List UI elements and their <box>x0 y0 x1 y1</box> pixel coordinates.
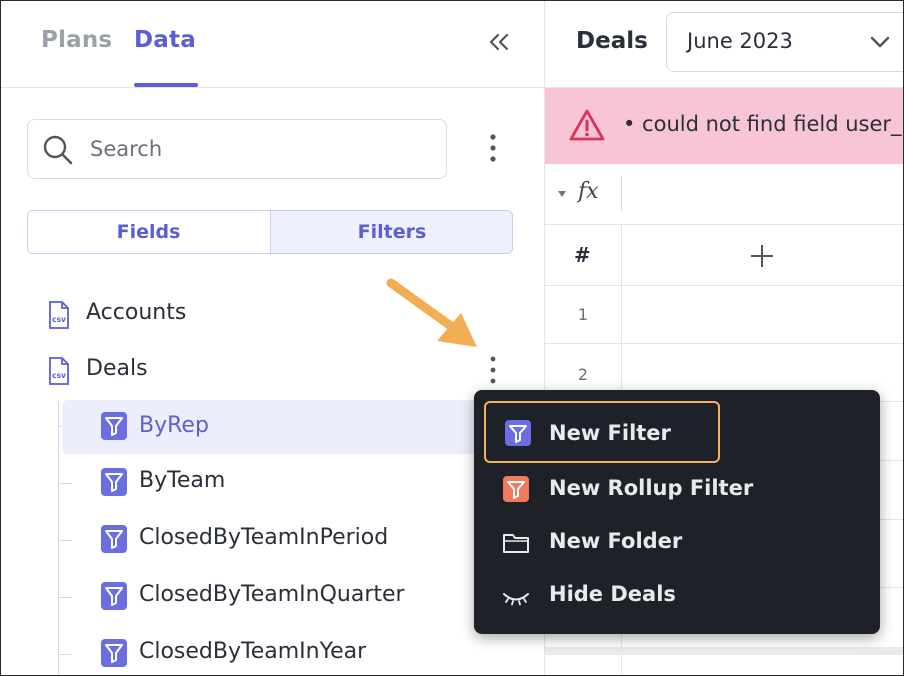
dataset-context-menu: New Filter New Rollup Filter New Folder <box>474 390 880 634</box>
filter-icon <box>101 525 127 553</box>
svg-text:csv: csv <box>52 315 66 324</box>
fields-filters-toggle: Fields Filters <box>27 210 513 254</box>
rollup-filter-icon <box>503 476 529 502</box>
row-number: 2 <box>577 365 589 384</box>
error-message: • could not find field user_ <box>623 112 902 136</box>
tab-data[interactable]: Data <box>134 27 196 53</box>
app-window: Plans Data Fields Filters <box>0 0 904 676</box>
tree-item-filter-closedbyteaminquarter[interactable]: ClosedByTeamInQuarter <box>62 571 482 621</box>
chevron-down-icon <box>870 36 890 48</box>
menu-item-new-filter[interactable]: New Filter <box>484 401 720 463</box>
menu-item-new-rollup-filter[interactable]: New Rollup Filter <box>486 464 866 512</box>
tree-item-filter-byrep[interactable]: ByRep <box>62 400 482 454</box>
folder-icon <box>503 534 529 553</box>
tree-item-filter-byteam[interactable]: ByTeam <box>62 457 482 507</box>
period-select[interactable]: June 2023 <box>666 12 903 72</box>
menu-item-new-folder[interactable]: New Folder <box>486 517 866 565</box>
menu-item-hide-deals[interactable]: Hide Deals <box>486 570 866 618</box>
row-number-header: # <box>574 243 591 267</box>
menu-item-label: New Filter <box>549 421 671 445</box>
sidebar-tabs: Plans Data <box>1 1 544 88</box>
menu-item-label: New Folder <box>549 529 683 553</box>
tree-item-label: ByRep <box>139 413 209 438</box>
segment-filters[interactable]: Filters <box>270 211 512 253</box>
tab-plans[interactable]: Plans <box>41 27 112 53</box>
tree-item-filter-closedbyteaminyear[interactable]: ClosedByTeamInYear <box>62 628 482 675</box>
error-banner: • could not find field user_ <box>545 88 903 164</box>
menu-item-label: Hide Deals <box>549 582 676 606</box>
eye-closed-icon <box>503 593 529 606</box>
tree-item-label: Accounts <box>86 300 187 325</box>
formula-bar: fx <box>545 164 903 225</box>
filter-icon <box>101 468 127 496</box>
search-input[interactable] <box>88 132 432 166</box>
search-box <box>27 119 447 179</box>
collapse-sidebar-icon[interactable] <box>486 27 512 57</box>
csv-file-icon: csv <box>49 301 69 329</box>
grid-header: # <box>545 225 903 286</box>
tree-guide-line <box>58 401 59 675</box>
period-value: June 2023 <box>687 29 793 53</box>
tree-item-filter-closedbyteaminperiod[interactable]: ClosedByTeamInPeriod <box>62 514 482 564</box>
formula-divider <box>621 176 622 212</box>
horizontal-scrollbar[interactable] <box>545 647 903 655</box>
caret-down-icon[interactable] <box>557 190 567 198</box>
filter-icon <box>505 420 531 446</box>
segment-fields[interactable]: Fields <box>28 211 269 253</box>
sheet-title: Deals <box>576 28 648 54</box>
tree-item-label: ClosedByTeamInQuarter <box>139 582 405 607</box>
search-icon <box>43 135 73 165</box>
csv-file-icon: csv <box>49 357 69 385</box>
tree-item-label: ClosedByTeamInPeriod <box>139 525 389 550</box>
data-sidebar: Plans Data Fields Filters <box>1 1 545 675</box>
function-icon: fx <box>578 179 599 204</box>
grid-row-line <box>545 343 903 344</box>
filter-icon <box>101 639 127 667</box>
more-options-icon[interactable] <box>481 131 505 165</box>
filter-icon <box>101 412 127 440</box>
annotation-arrow-icon <box>386 278 477 347</box>
menu-item-label: New Rollup Filter <box>549 476 754 500</box>
svg-text:csv: csv <box>52 371 66 380</box>
active-tab-indicator <box>134 83 198 87</box>
tree-item-label: Deals <box>86 356 148 381</box>
warning-icon <box>569 109 605 141</box>
add-column-icon[interactable] <box>749 243 775 269</box>
tree-item-label: ByTeam <box>139 468 226 493</box>
tree-item-label: ClosedByTeamInYear <box>139 639 367 664</box>
filter-icon <box>101 582 127 610</box>
row-number: 1 <box>577 305 589 324</box>
